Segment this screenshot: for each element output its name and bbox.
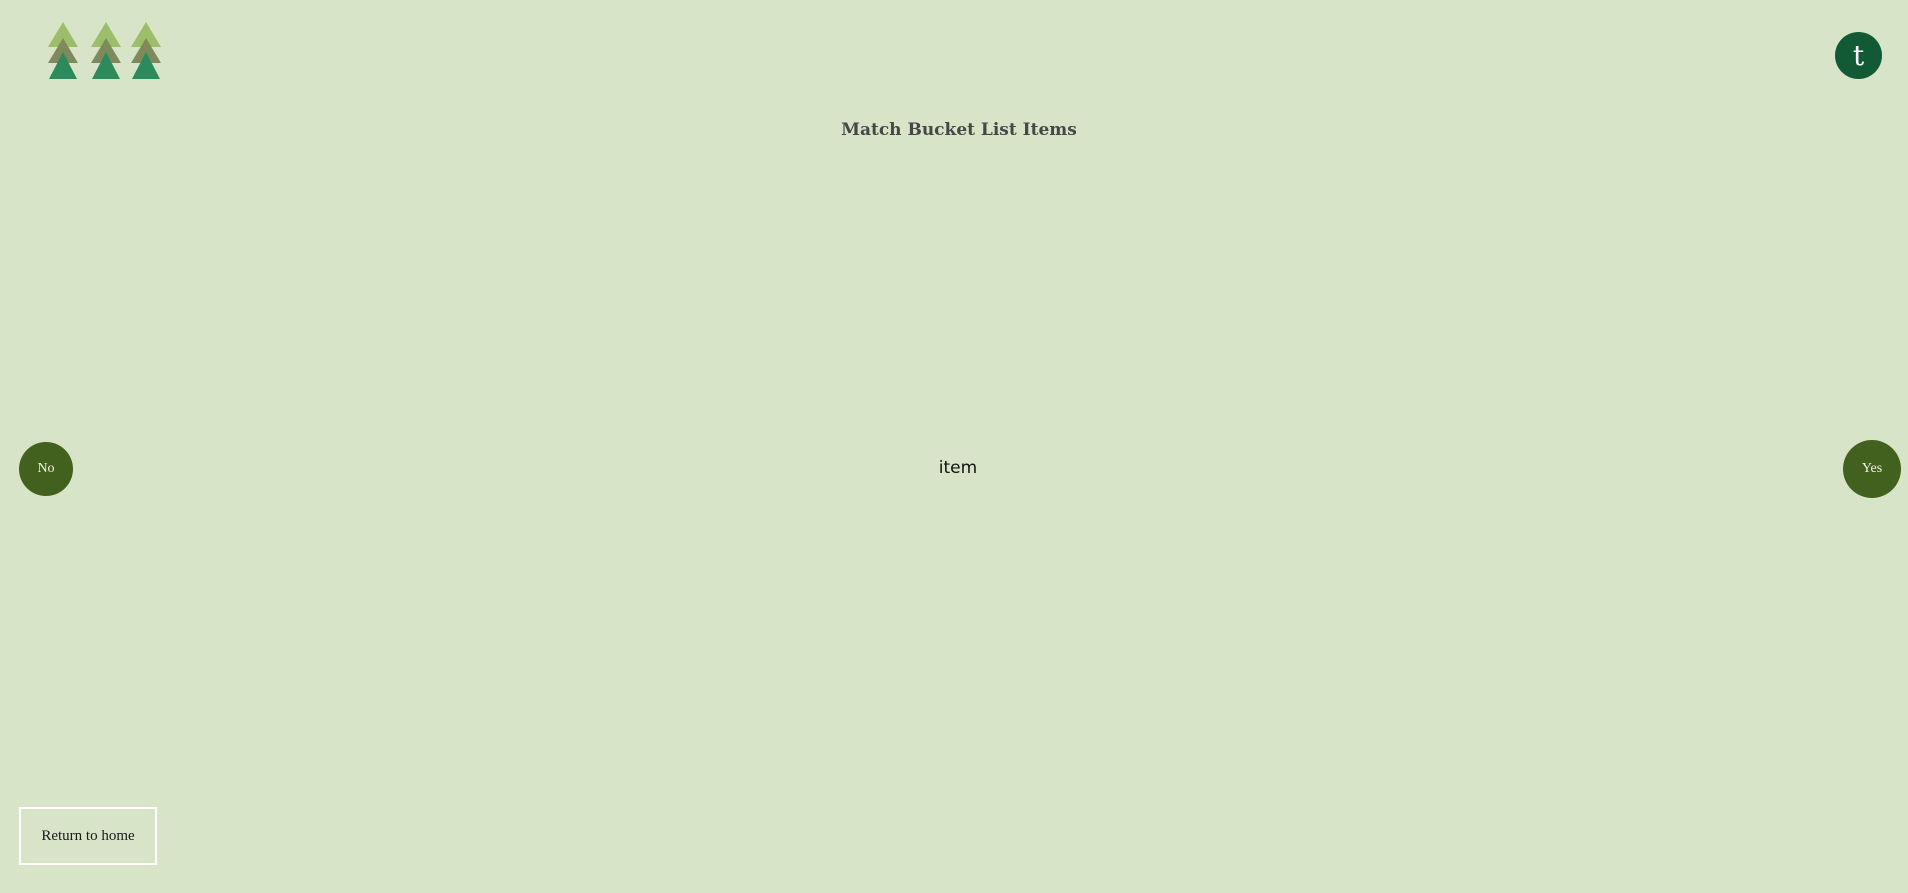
tree-icon [131, 22, 161, 79]
bucket-list-item: item [938, 458, 978, 478]
yes-button[interactable]: Yes [1843, 440, 1901, 498]
tree-icon [91, 22, 121, 79]
page-title: Match Bucket List Items [841, 120, 1077, 140]
pine-trees-icon [48, 22, 161, 79]
tree-icon [48, 22, 78, 79]
return-home-button[interactable]: Return to home [19, 807, 157, 865]
logo-pine-trees-icon [48, 22, 164, 82]
user-avatar[interactable]: t [1835, 32, 1882, 79]
